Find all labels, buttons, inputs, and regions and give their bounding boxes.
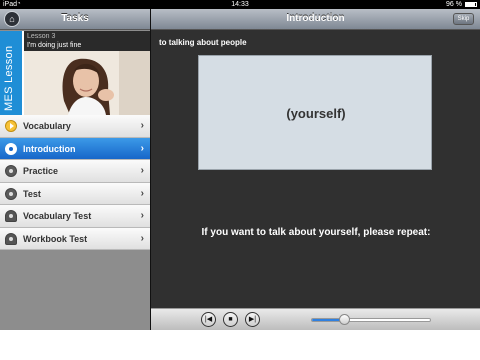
skip-forward-icon: ▶|: [248, 316, 257, 323]
stop-icon: ■: [228, 316, 233, 323]
chevron-right-icon: ›: [140, 142, 144, 154]
task-label: Vocabulary Test: [23, 211, 92, 221]
tasks-pane: ⌂ Tasks MES Lesson Lesson 3 I'm doing ju…: [0, 9, 150, 330]
lesson-info: Lesson 3 I'm doing just fine: [24, 31, 150, 51]
record-icon: [5, 142, 17, 155]
lesson-title: I'm doing just fine: [27, 42, 82, 49]
lesson-banner: MES Lesson Lesson 3 I'm doing just fine: [0, 31, 150, 115]
task-item-introduction[interactable]: Introduction ›: [0, 137, 150, 160]
chevron-right-icon: ›: [140, 120, 144, 131]
content-pane: Introduction Skip to talking about peopl…: [151, 9, 480, 330]
topic-text: to talking about people: [159, 38, 247, 47]
previous-button[interactable]: |◀: [201, 312, 216, 327]
prompt-text: If you want to talk about yourself, plea…: [201, 227, 431, 238]
status-clock: 14:33: [231, 1, 249, 8]
task-label: Test: [23, 188, 41, 199]
lesson-tab-label: MES Lesson: [3, 45, 15, 111]
task-label: Workbook Test: [23, 233, 88, 244]
audio-player: |◀ ■ ▶|: [151, 308, 480, 330]
chevron-right-icon: ›: [140, 232, 144, 244]
task-item-test[interactable]: Test ›: [0, 182, 150, 205]
task-item-practice[interactable]: Practice ›: [0, 160, 150, 183]
content-header: Introduction Skip: [151, 9, 480, 30]
chevron-right-icon: ›: [140, 165, 144, 176]
task-item-vocabulary-test[interactable]: Vocabulary Test ›: [0, 205, 150, 228]
task-label: Practice: [23, 166, 59, 176]
tasks-title: Tasks: [61, 13, 89, 24]
record-icon: [5, 187, 17, 200]
person-icon: [5, 210, 17, 222]
progress-knob[interactable]: [338, 314, 350, 325]
skip-button[interactable]: Skip: [453, 13, 474, 25]
lesson-photo: [24, 51, 150, 115]
tasks-header: ⌂ Tasks: [0, 9, 150, 30]
task-label: Introduction: [23, 143, 76, 154]
person-icon: [5, 232, 17, 245]
record-icon: [5, 165, 17, 177]
task-label: Vocabulary: [23, 121, 71, 131]
chevron-right-icon: ›: [140, 210, 144, 221]
progress-slider[interactable]: [311, 314, 431, 325]
word-card: (yourself): [198, 55, 432, 170]
woman-photo-illustration: [24, 51, 150, 115]
lesson-tab: MES Lesson: [0, 31, 22, 115]
play-icon: [5, 120, 17, 132]
task-item-vocabulary[interactable]: Vocabulary ›: [0, 115, 150, 138]
word-card-text: (yourself): [286, 106, 346, 121]
skip-back-icon: |◀: [204, 316, 213, 323]
status-bar: iPad ◔ 14:33 96 %: [0, 0, 480, 9]
battery-percent: 96 %: [446, 1, 462, 8]
stop-button[interactable]: ■: [223, 312, 238, 327]
chevron-right-icon: ›: [140, 187, 144, 199]
task-item-workbook-test[interactable]: Workbook Test ›: [0, 227, 150, 250]
bottom-margin: [0, 330, 480, 360]
content-title: Introduction: [286, 13, 345, 24]
next-button[interactable]: ▶|: [245, 312, 260, 327]
lesson-number: Lesson 3: [27, 33, 56, 40]
task-menu: Vocabulary › Introduction › Practice › T…: [0, 115, 150, 250]
battery-icon: [465, 2, 477, 7]
